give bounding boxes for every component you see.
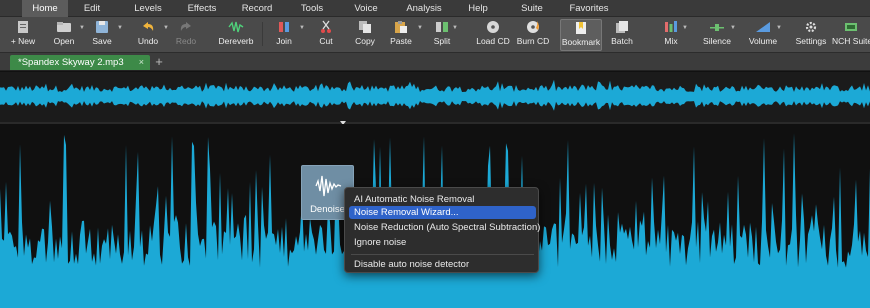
burn-cd-icon — [527, 21, 539, 33]
silence-button[interactable]: Silence ▼ — [700, 19, 736, 51]
chevron-down-icon[interactable]: ▼ — [776, 25, 782, 31]
undo-button[interactable]: Undo ▼ — [134, 19, 169, 51]
menu-edit[interactable]: Edit — [78, 0, 106, 17]
volume-icon — [756, 22, 770, 32]
split-icon — [436, 22, 448, 32]
chevron-down-icon[interactable]: ▼ — [417, 25, 423, 31]
menu-item-ai-noise-removal[interactable]: AI Automatic Noise Removal — [349, 193, 536, 206]
chevron-down-icon[interactable]: ▼ — [299, 25, 305, 31]
undo-icon — [143, 22, 154, 31]
overview-waveform-shape — [0, 79, 870, 111]
join-icon — [279, 22, 289, 32]
join-button[interactable]: Join ▼ — [270, 19, 305, 51]
toolbar-separator — [262, 22, 263, 46]
menu-voice[interactable]: Voice — [351, 0, 381, 17]
bookmark-icon — [576, 22, 586, 34]
chevron-down-icon[interactable]: ▼ — [117, 25, 123, 31]
new-button[interactable]: + New — [10, 19, 36, 51]
menu-bar: Home Edit Levels Effects Record Tools Vo… — [0, 0, 870, 17]
folder-open-icon — [57, 22, 71, 32]
cd-icon — [487, 21, 499, 33]
scissors-icon — [321, 20, 331, 33]
cut-button[interactable]: Cut — [314, 19, 338, 51]
chevron-down-icon[interactable]: ▼ — [682, 25, 688, 31]
menu-item-noise-removal-wizard[interactable]: Noise Removal Wizard... — [349, 206, 536, 219]
file-tab-label: *Spandex Skyway 2.mp3 — [18, 57, 124, 68]
save-button[interactable]: Save ▼ — [88, 19, 123, 51]
settings-icon — [805, 21, 817, 33]
toolbar: + New Open ▼ Save ▼ Undo ▼ Redo Dereverb… — [0, 17, 870, 53]
menu-item-noise-reduction[interactable]: Noise Reduction (Auto Spectral Subtracti… — [349, 221, 540, 234]
bookmark-button[interactable]: Bookmark — [560, 19, 602, 51]
batch-icon — [616, 21, 628, 33]
paste-icon — [395, 21, 407, 33]
menu-favorites[interactable]: Favorites — [566, 0, 612, 17]
menu-item-disable-auto-detector[interactable]: Disable auto noise detector — [349, 258, 536, 271]
menu-effects[interactable]: Effects — [184, 0, 220, 17]
settings-button[interactable]: Settings — [794, 19, 828, 51]
dereverb-icon — [228, 21, 244, 33]
menu-item-ignore-noise[interactable]: Ignore noise — [349, 236, 536, 249]
close-icon[interactable]: × — [139, 55, 144, 70]
save-icon — [96, 21, 108, 33]
overview-waveform-graph — [0, 79, 870, 111]
denoise-icon — [315, 175, 342, 197]
silence-icon — [710, 24, 724, 31]
redo-button[interactable]: Redo — [174, 19, 198, 51]
chevron-down-icon[interactable]: ▼ — [163, 25, 169, 31]
add-tab-button[interactable]: + — [152, 54, 166, 70]
nch-suite-button[interactable]: NCH Suite — [832, 19, 870, 51]
chevron-down-icon[interactable]: ▼ — [79, 25, 85, 31]
menu-separator — [351, 254, 534, 255]
copy-icon — [359, 21, 371, 33]
mix-button[interactable]: Mix ▼ — [656, 19, 688, 51]
menu-record[interactable]: Record — [238, 0, 276, 17]
file-tab[interactable]: *Spandex Skyway 2.mp3 × — [10, 55, 150, 70]
open-button[interactable]: Open ▼ — [50, 19, 85, 51]
menu-suite[interactable]: Suite — [518, 0, 546, 17]
overview-waveform[interactable] — [0, 72, 870, 122]
split-button[interactable]: Split ▼ — [426, 19, 458, 51]
mix-icon — [665, 21, 677, 32]
menu-levels[interactable]: Levels — [130, 0, 166, 17]
new-file-icon — [18, 21, 28, 33]
menu-analysis[interactable]: Analysis — [402, 0, 446, 17]
batch-button[interactable]: Batch — [608, 19, 636, 51]
menu-tools[interactable]: Tools — [297, 0, 327, 17]
chevron-down-icon[interactable]: ▼ — [730, 25, 736, 31]
burn-cd-button[interactable]: Burn CD — [515, 19, 551, 51]
tab-bar: *Spandex Skyway 2.mp3 × + — [0, 53, 870, 71]
chevron-down-icon[interactable]: ▼ — [452, 25, 458, 31]
paste-button[interactable]: Paste ▼ — [386, 19, 423, 51]
copy-button[interactable]: Copy — [352, 19, 378, 51]
menu-home[interactable]: Home — [22, 0, 68, 17]
load-cd-button[interactable]: Load CD — [476, 19, 510, 51]
menu-help[interactable]: Help — [465, 0, 491, 17]
nch-suite-icon — [845, 23, 857, 31]
dereverb-button[interactable]: Dereverb — [218, 19, 254, 51]
noise-context-menu: AI Automatic Noise Removal Noise Removal… — [344, 187, 540, 273]
volume-button[interactable]: Volume ▼ — [746, 19, 782, 51]
redo-icon — [180, 22, 191, 31]
